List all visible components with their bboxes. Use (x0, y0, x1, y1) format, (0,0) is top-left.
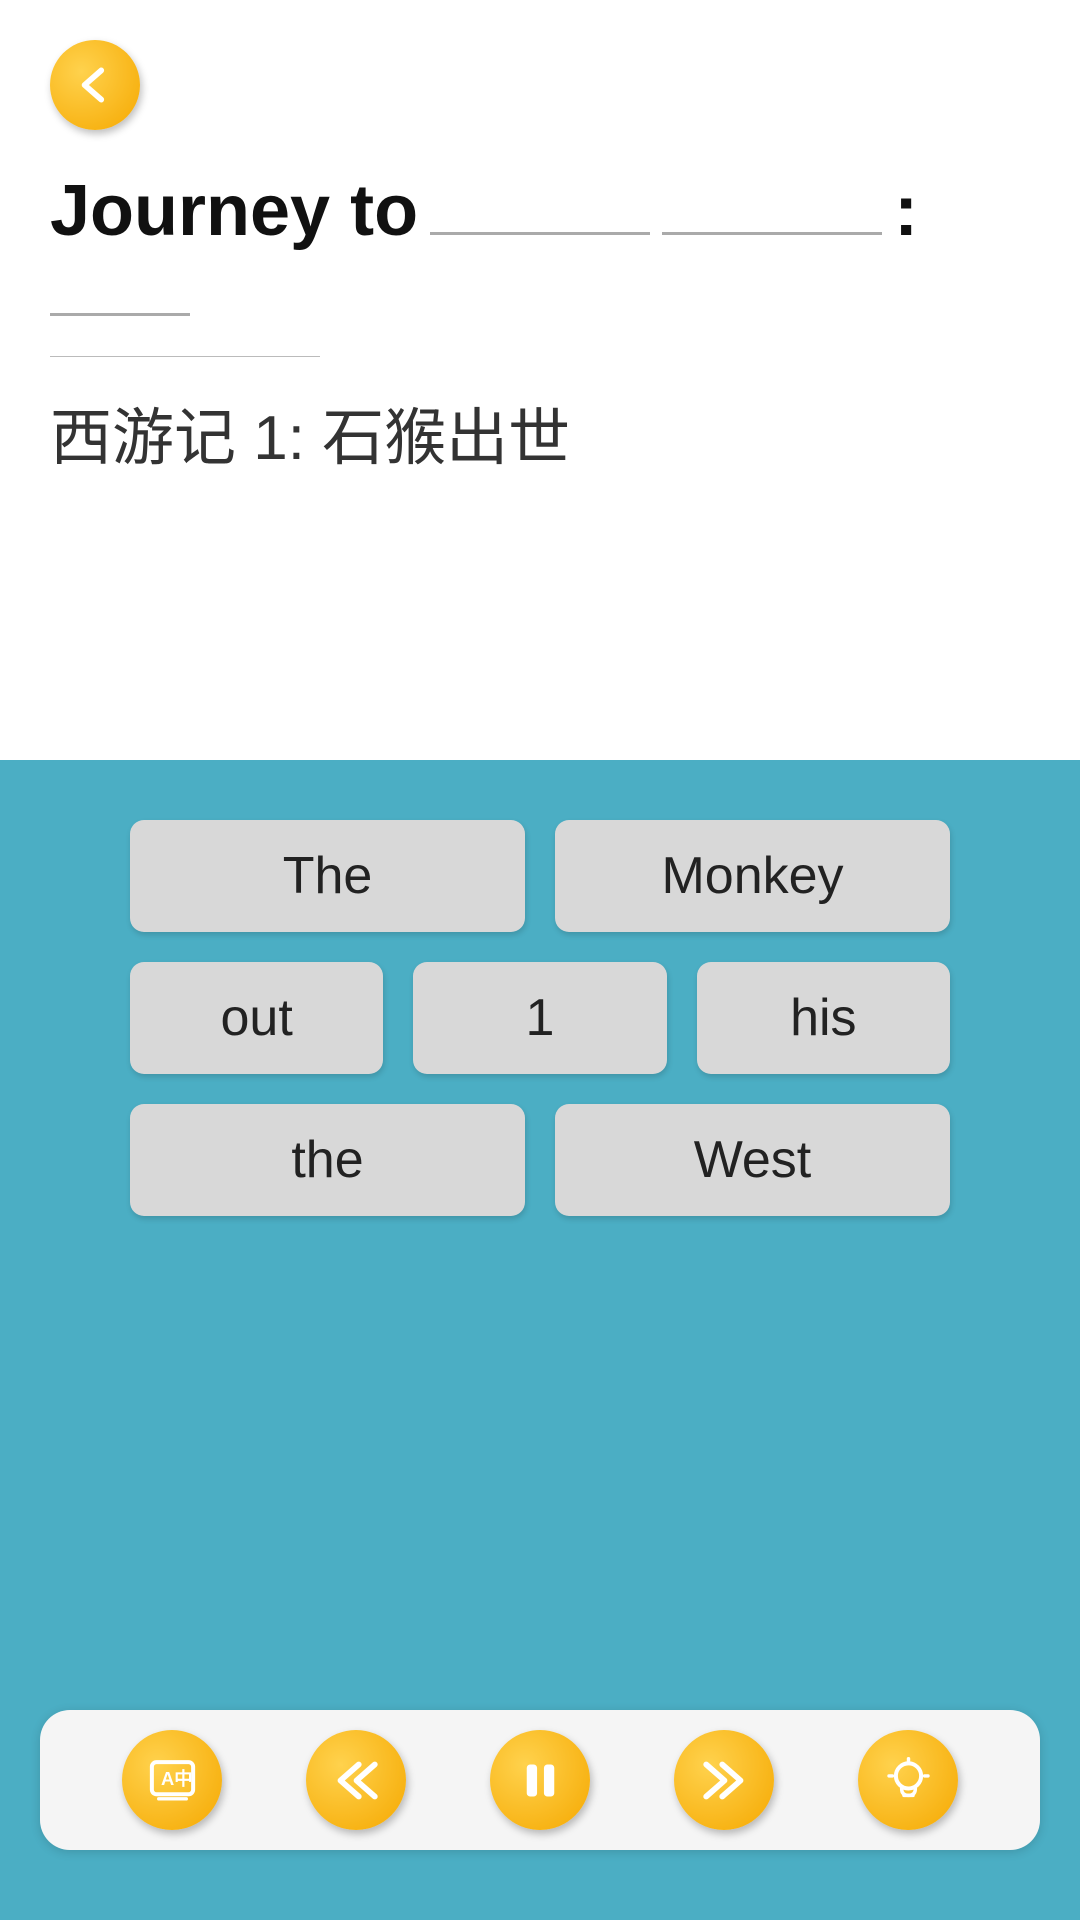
subtitle: 西游记 1: 石猴出世 (50, 387, 1030, 477)
toolbar: A中 (40, 1710, 1040, 1850)
hint-button[interactable] (858, 1730, 958, 1830)
pause-button[interactable] (490, 1730, 590, 1830)
word-grid: The Monkey out 1 his the West (130, 820, 950, 1216)
tile-monkey[interactable]: Monkey (555, 820, 950, 932)
colon: : (894, 170, 918, 252)
tile-west[interactable]: West (555, 1104, 950, 1216)
tile-the[interactable]: The (130, 820, 525, 932)
word-row-2: out 1 his (130, 962, 950, 1074)
divider (50, 356, 320, 357)
blank-word1 (430, 183, 650, 235)
blank-word2 (662, 183, 882, 235)
svg-text:A中: A中 (161, 1768, 193, 1789)
flashcard-button[interactable]: A中 (122, 1730, 222, 1830)
tile-out[interactable]: out (130, 962, 383, 1074)
rewind-button[interactable] (306, 1730, 406, 1830)
forward-button[interactable] (674, 1730, 774, 1830)
title-prefix: Journey to (50, 170, 418, 252)
tile-1[interactable]: 1 (413, 962, 666, 1074)
tile-his[interactable]: his (697, 962, 950, 1074)
back-button[interactable] (50, 40, 140, 130)
tile-the2[interactable]: the (130, 1104, 525, 1216)
title-line: Journey to : (50, 170, 1030, 316)
word-row-1: The Monkey (130, 820, 950, 932)
top-section: Journey to : 西游记 1: 石猴出世 (0, 0, 1080, 760)
word-row-3: the West (130, 1104, 950, 1216)
blank-word3 (50, 264, 190, 316)
